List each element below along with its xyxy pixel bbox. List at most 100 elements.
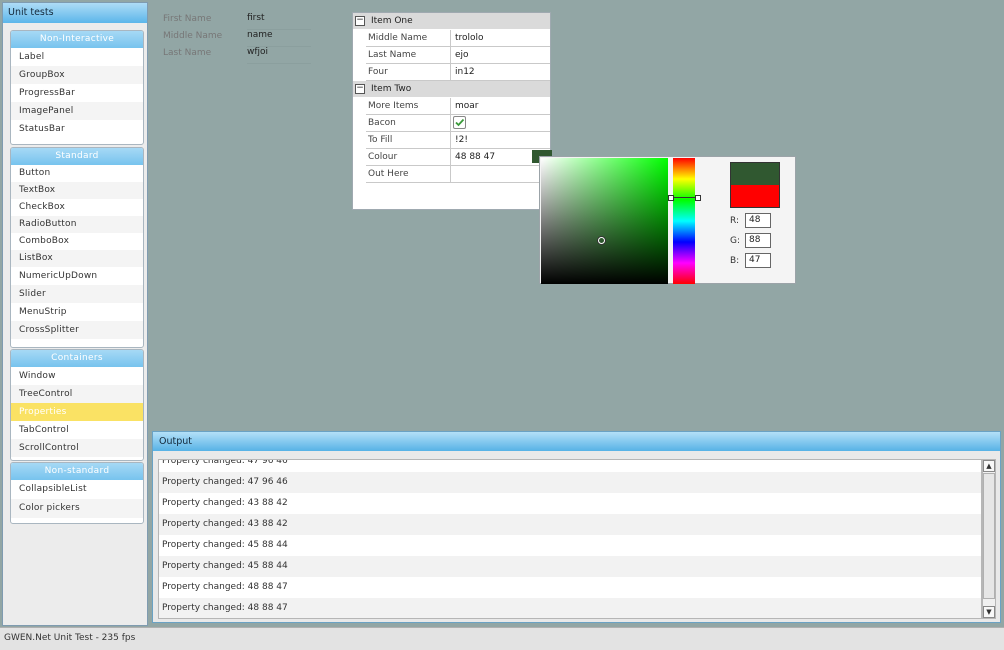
property-row: To Fill !2! [366,132,550,149]
middle-name-value[interactable]: name [247,30,311,47]
output-title: Output [153,432,1000,451]
list-item: Property changed: 43 88 42 [162,498,288,508]
property-row: Colour 48 88 47 [366,149,553,166]
hue-handle-right[interactable] [695,195,701,201]
property-key: Colour [368,152,398,162]
list-item-radiobutton[interactable]: RadioButton [11,216,143,233]
output-window: Output Property changed: 47 96 46 Proper… [152,431,1001,623]
category-non-interactive: Non-Interactive Label GroupBox ProgressB… [10,30,144,145]
green-input[interactable]: 88 [745,233,771,248]
vertical-scrollbar[interactable]: ▲ ▼ [982,459,996,619]
collapse-icon[interactable]: − [355,84,365,94]
colour-value: 48 88 47 [455,152,496,162]
property-value[interactable]: !2! [450,132,553,148]
category-standard: Standard Button TextBox CheckBox RadioBu… [10,147,144,348]
property-value[interactable]: ejo [450,47,553,63]
scroll-thumb[interactable] [983,473,995,599]
list-item: Property changed: 48 88 47 [159,598,981,618]
list-item: Property changed: 43 88 42 [159,514,981,535]
properties-tree: − Item One Middle Name trololo Last Name… [352,12,553,210]
last-name-label: Last Name [163,48,212,58]
list-item-label[interactable]: Label [11,48,143,66]
list-item: Property changed: 47 96 46 [162,459,288,466]
list-item-imagepanel[interactable]: ImagePanel [11,102,143,120]
current-color-preview [730,162,780,187]
red-input[interactable]: 48 [745,213,771,228]
list-item-properties[interactable]: Properties [11,403,143,421]
list-item-listbox[interactable]: ListBox [11,250,143,267]
list-item-color-pickers[interactable]: Color pickers [11,499,143,518]
list-item-tabcontrol[interactable]: TabControl [11,421,143,439]
unit-tests-window: Unit tests Non-Interactive Label GroupBo… [2,2,148,626]
hue-handle-left[interactable] [668,195,674,201]
property-row: Last Name ejo [366,47,550,64]
collapse-icon[interactable]: − [355,16,365,26]
list-item-combobox[interactable]: ComboBox [11,233,143,250]
property-value[interactable]: 48 88 47 [450,149,553,165]
category-header[interactable]: Standard [11,148,143,165]
green-label: G: [730,236,741,246]
property-value[interactable]: trololo [450,30,553,46]
bacon-checkbox[interactable] [453,116,466,129]
section-item-two[interactable]: − Item Two [353,81,550,97]
hue-slider[interactable] [673,158,695,284]
list-item-groupbox[interactable]: GroupBox [11,66,143,84]
property-key: Bacon [368,118,396,128]
property-value[interactable]: in12 [450,64,553,80]
category-header[interactable]: Non-standard [11,463,143,480]
section-title: Item Two [371,84,412,94]
first-name-value[interactable]: first [247,13,311,30]
output-list[interactable]: Property changed: 47 96 46 Property chan… [158,459,982,619]
category-header[interactable]: Containers [11,350,143,367]
list-item-scrollcontrol[interactable]: ScrollControl [11,439,143,457]
sv-cursor[interactable] [598,237,605,244]
list-item: Property changed: 45 88 44 [162,540,288,550]
unit-tests-title: Unit tests [3,3,147,23]
property-key: Middle Name [368,33,428,43]
property-key: Four [368,67,388,77]
property-row: Middle Name trololo [366,30,550,47]
list-item: Property changed: 47 96 46 [159,472,981,493]
property-key: Out Here [368,169,409,179]
list-item: Property changed: 45 88 44 [159,556,981,577]
list-item-progressbar[interactable]: ProgressBar [11,84,143,102]
saturation-value-area[interactable] [541,158,668,284]
list-item-textbox[interactable]: TextBox [11,182,143,199]
list-item: Property changed: 48 88 47 [162,582,288,592]
list-item-button[interactable]: Button [11,165,143,182]
property-row: Out Here [366,166,550,183]
blue-input[interactable]: 47 [745,253,771,268]
list-item-window[interactable]: Window [11,367,143,385]
list-item-collapsiblelist[interactable]: CollapsibleList [11,480,143,499]
hue-marker[interactable] [670,197,698,198]
list-item-checkbox[interactable]: CheckBox [11,199,143,216]
property-value[interactable]: moar [450,98,553,114]
down-arrow-icon: ▼ [986,608,992,616]
section-item-one[interactable]: − Item One [353,13,550,29]
category-non-standard: Non-standard CollapsibleList Color picke… [10,462,144,524]
category-header[interactable]: Non-Interactive [11,31,143,48]
middle-name-label: Middle Name [163,31,223,41]
property-key: More Items [368,101,419,111]
list-item-statusbar[interactable]: StatusBar [11,120,143,138]
new-color-preview [730,185,780,208]
last-name-value[interactable]: wfjoi [247,47,311,64]
checkmark-icon [455,118,465,127]
property-row: Bacon [366,115,550,132]
property-value[interactable] [450,166,553,182]
up-arrow-icon: ▲ [986,462,992,470]
property-value [450,115,549,131]
list-item-menustrip[interactable]: MenuStrip [11,303,143,321]
category-containers: Containers Window TreeControl Properties… [10,349,144,461]
list-item-numericupdown[interactable]: NumericUpDown [11,267,143,285]
section-title: Item One [371,16,413,26]
red-label: R: [730,216,740,226]
list-item-slider[interactable]: Slider [11,285,143,303]
property-row: Four in12 [366,64,550,81]
property-key: Last Name [368,50,417,60]
list-item-crosssplitter[interactable]: CrossSplitter [11,321,143,339]
scroll-down-button[interactable]: ▼ [983,606,995,618]
property-row: More Items moar [366,98,550,115]
list-item-treecontrol[interactable]: TreeControl [11,385,143,403]
scroll-up-button[interactable]: ▲ [983,460,995,472]
